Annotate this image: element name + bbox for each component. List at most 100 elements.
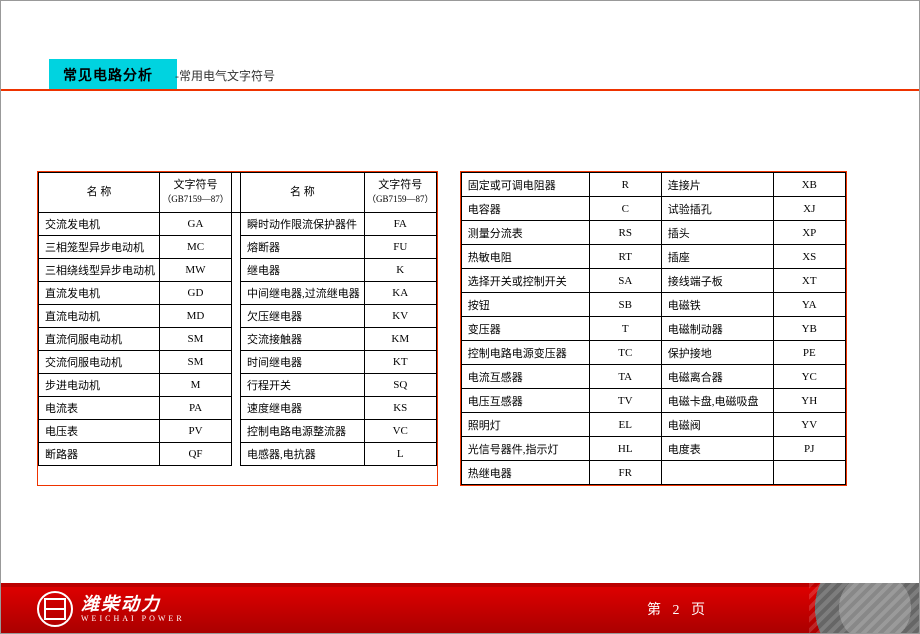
t2-r-s: YH: [773, 389, 845, 413]
t2-l-n: 热继电器: [461, 461, 589, 485]
table-row: 三相绕线型异步电动机MW继电器K: [39, 258, 437, 281]
t2-r-n: 试验插孔: [661, 197, 773, 221]
tables-container: 名 称 文字符号 （GB7159—87） 名 称 文字符号 （GB7159—87…: [37, 171, 901, 486]
brand-logo-icon: [37, 591, 73, 627]
table-row: 热继电器FR: [461, 461, 845, 485]
table-row: 电流表PA速度继电器KS: [39, 396, 437, 419]
gap: [232, 304, 241, 327]
t1-l-n: 三相绕线型异步电动机: [39, 258, 160, 281]
t1-l-s: QF: [160, 442, 232, 465]
t1-h-sym: 文字符号 （GB7159—87）: [160, 173, 232, 213]
t1-l-n: 直流电动机: [39, 304, 160, 327]
title-main: 常见电路分析: [49, 59, 177, 91]
t1-l-n: 电压表: [39, 419, 160, 442]
t1-l-n: 直流发电机: [39, 281, 160, 304]
table-row: 交流伺服电动机SM时间继电器KT: [39, 350, 437, 373]
t2-l-s: RS: [589, 221, 661, 245]
t2-r-n: 电磁阀: [661, 413, 773, 437]
t1-r-n: 欠压继电器: [241, 304, 365, 327]
t1-l-n: 三相笼型异步电动机: [39, 235, 160, 258]
t2-l-n: 测量分流表: [461, 221, 589, 245]
t1-l-n: 电流表: [39, 396, 160, 419]
gap: [232, 281, 241, 304]
t1-r-n: 速度继电器: [241, 396, 365, 419]
t1-r-n: 瞬时动作限流保护器件: [241, 212, 365, 235]
brand-cn: 潍柴动力: [81, 595, 185, 613]
t2-l-s: TV: [589, 389, 661, 413]
table-row: 固定或可调电阻器R连接片XB: [461, 173, 845, 197]
footer-bar: 潍柴动力 WEICHAI POWER 第 2 页: [1, 583, 919, 633]
brand-en: WEICHAI POWER: [81, 615, 185, 623]
page-suffix: 页: [691, 603, 709, 618]
t2-r-n: 电磁卡盘,电磁吸盘: [661, 389, 773, 413]
t2-r-s: XP: [773, 221, 845, 245]
t2-l-s: R: [589, 173, 661, 197]
table-row: 选择开关或控制开关SA接线端子板XT: [461, 269, 845, 293]
t1-l-n: 步进电动机: [39, 373, 160, 396]
t1-l-n: 直流伺服电动机: [39, 327, 160, 350]
t2-l-s: EL: [589, 413, 661, 437]
t1-l-s: MW: [160, 258, 232, 281]
t1-r-s: KA: [364, 281, 436, 304]
brand-logo: 潍柴动力 WEICHAI POWER: [37, 591, 185, 627]
table-1: 名 称 文字符号 （GB7159—87） 名 称 文字符号 （GB7159—87…: [37, 171, 438, 486]
t2-l-s: SA: [589, 269, 661, 293]
t2-r-s: XJ: [773, 197, 845, 221]
t1-l-s: MC: [160, 235, 232, 258]
brand-text: 潍柴动力 WEICHAI POWER: [81, 595, 185, 623]
t1-l-s: MD: [160, 304, 232, 327]
table-row: 直流电动机MD欠压继电器KV: [39, 304, 437, 327]
t2-r-s: [773, 461, 845, 485]
t1-r-n: 行程开关: [241, 373, 365, 396]
t1-l-n: 交流发电机: [39, 212, 160, 235]
t1-h-sym-s: （GB7159—87）: [162, 194, 229, 204]
slide-header: 常见电路分析-常用电气文字符号: [49, 59, 275, 91]
t1-r-s: KS: [364, 396, 436, 419]
t1-r-s: KM: [364, 327, 436, 350]
t1-r-s: L: [364, 442, 436, 465]
t1-l-s: GD: [160, 281, 232, 304]
t2-r-s: YV: [773, 413, 845, 437]
header-divider: [1, 89, 919, 91]
t1-r-n: 控制电路电源整流器: [241, 419, 365, 442]
t2-r-s: YB: [773, 317, 845, 341]
t2-r-s: YA: [773, 293, 845, 317]
t1-r-s: VC: [364, 419, 436, 442]
table-row: 控制电路电源变压器TC保护接地PE: [461, 341, 845, 365]
t2-l-s: HL: [589, 437, 661, 461]
t1-gap: [232, 173, 241, 213]
t2-l-n: 热敏电阻: [461, 245, 589, 269]
t2-r-n: 电度表: [661, 437, 773, 461]
t2-r-s: XS: [773, 245, 845, 269]
t2-r-n: 保护接地: [661, 341, 773, 365]
gap: [232, 396, 241, 419]
table-row: 按钮SB电磁铁YA: [461, 293, 845, 317]
t1-r-s: KT: [364, 350, 436, 373]
table-row: 电压表PV控制电路电源整流器VC: [39, 419, 437, 442]
t1-h-sym-t: 文字符号: [174, 179, 218, 191]
table-row: 直流发电机GD中间继电器,过流继电器KA: [39, 281, 437, 304]
table-row: 电流互感器TA电磁离合器YC: [461, 365, 845, 389]
t1-r-n: 熔断器: [241, 235, 365, 258]
t1-h-name2: 名 称: [241, 173, 365, 213]
t1-r-n: 电感器,电抗器: [241, 442, 365, 465]
t2-l-n: 光信号器件,指示灯: [461, 437, 589, 461]
page-num-val: 2: [673, 603, 684, 618]
t1-l-s: SM: [160, 350, 232, 373]
t2-l-s: RT: [589, 245, 661, 269]
gap: [232, 442, 241, 465]
gap: [232, 419, 241, 442]
table-row: 电容器C试验插孔XJ: [461, 197, 845, 221]
t2-r-s: PJ: [773, 437, 845, 461]
t1-r-n: 时间继电器: [241, 350, 365, 373]
t1-l-s: SM: [160, 327, 232, 350]
t1-r-n: 交流接触器: [241, 327, 365, 350]
table-row: 测量分流表RS插头XP: [461, 221, 845, 245]
table-2: 固定或可调电阻器R连接片XB电容器C试验插孔XJ测量分流表RS插头XP热敏电阻R…: [460, 171, 847, 486]
t2-l-s: TC: [589, 341, 661, 365]
table-row: 交流发电机GA瞬时动作限流保护器件FA: [39, 212, 437, 235]
t2-l-n: 照明灯: [461, 413, 589, 437]
table-row: 直流伺服电动机SM 交流接触器KM: [39, 327, 437, 350]
t2-l-s: SB: [589, 293, 661, 317]
t2-r-n: 连接片: [661, 173, 773, 197]
